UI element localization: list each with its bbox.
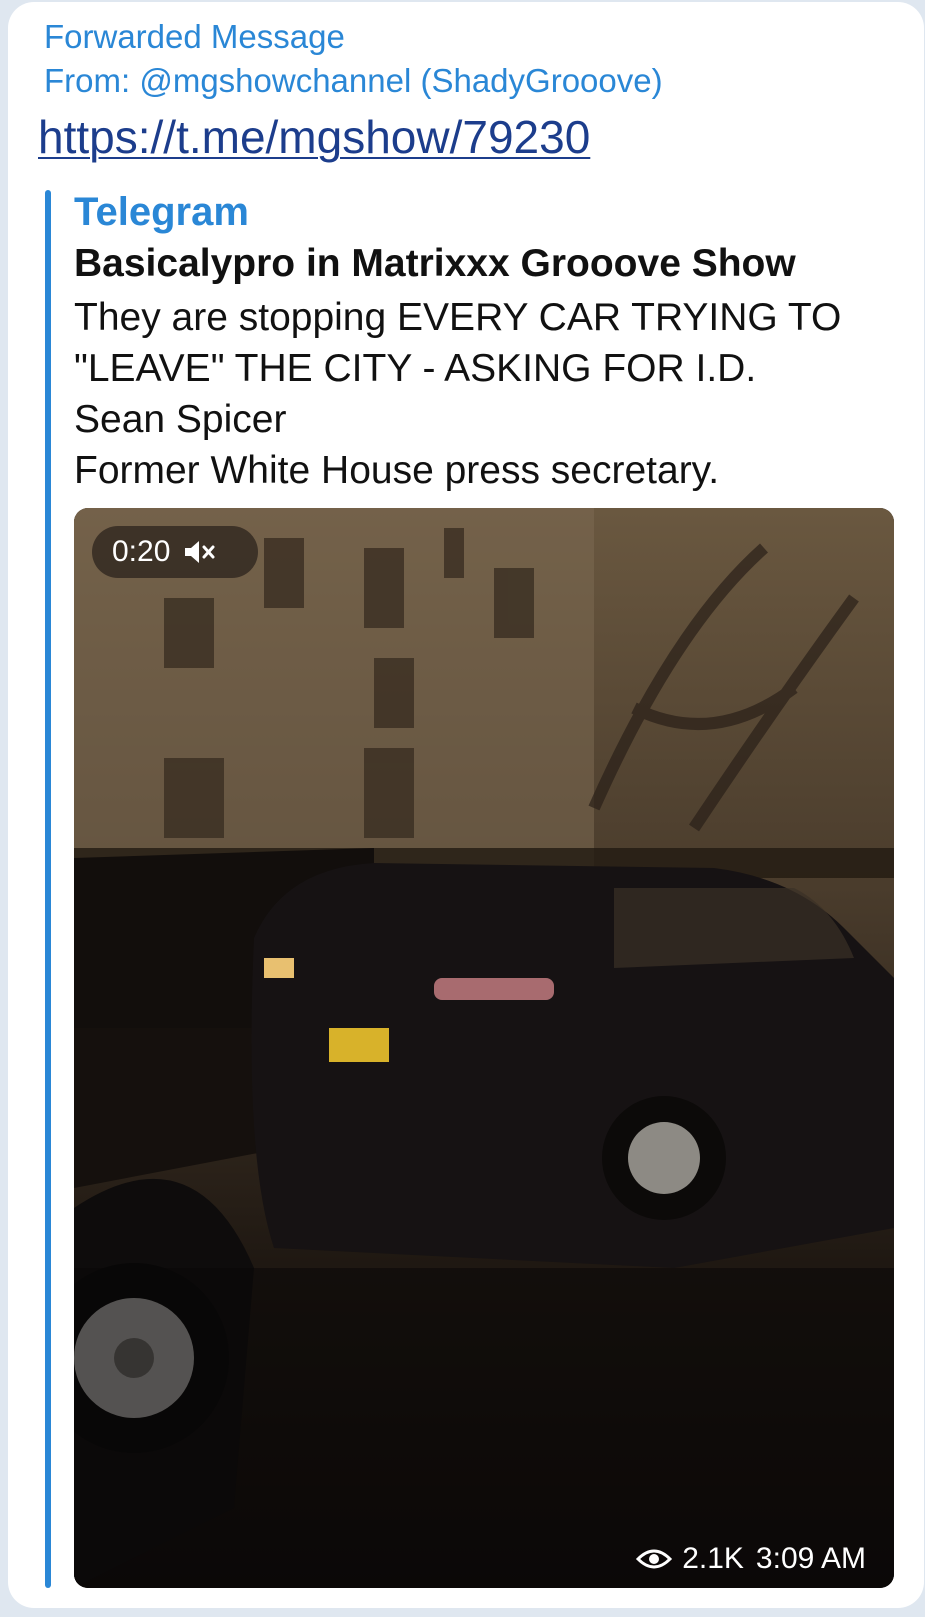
view-count: 2.1K <box>682 1542 744 1575</box>
forwarded-from[interactable]: From: @mgshowchannel (ShadyGrooove) <box>44 62 663 100</box>
preview-site-name: Telegram <box>74 190 249 234</box>
preview-description-line: They are stopping EVERY CAR TRYING TO <box>74 296 842 339</box>
preview-description: They are stopping EVERY CAR TRYING TO "L… <box>74 292 914 496</box>
preview-description-line: "LEAVE" THE CITY - ASKING FOR I.D. <box>74 347 757 390</box>
preview-accent-bar <box>45 190 51 1588</box>
preview-description-line: Sean Spicer <box>74 398 287 441</box>
preview-description-line: Former White House press secretary. <box>74 449 720 492</box>
forwarded-label: Forwarded Message <box>44 18 345 55</box>
preview-title: Basicalypro in Matrixxx Grooove Show <box>74 242 796 285</box>
video-duration-pill[interactable]: 0:20 <box>92 526 258 578</box>
message-meta: 2.1K 3:09 AM <box>636 1542 866 1576</box>
speaker-muted-icon[interactable] <box>182 538 218 566</box>
message-link[interactable]: https://t.me/mgshow/79230 <box>38 110 590 164</box>
message-bubble: Forwarded Message From: @mgshowchannel (… <box>8 2 924 1608</box>
message-time: 3:09 AM <box>755 1542 866 1575</box>
video-player[interactable]: 0:20 2.1K 3:09 AM <box>74 508 894 1588</box>
eye-icon <box>636 1547 673 1571</box>
video-duration: 0:20 <box>112 535 171 568</box>
video-frame <box>74 508 894 1588</box>
